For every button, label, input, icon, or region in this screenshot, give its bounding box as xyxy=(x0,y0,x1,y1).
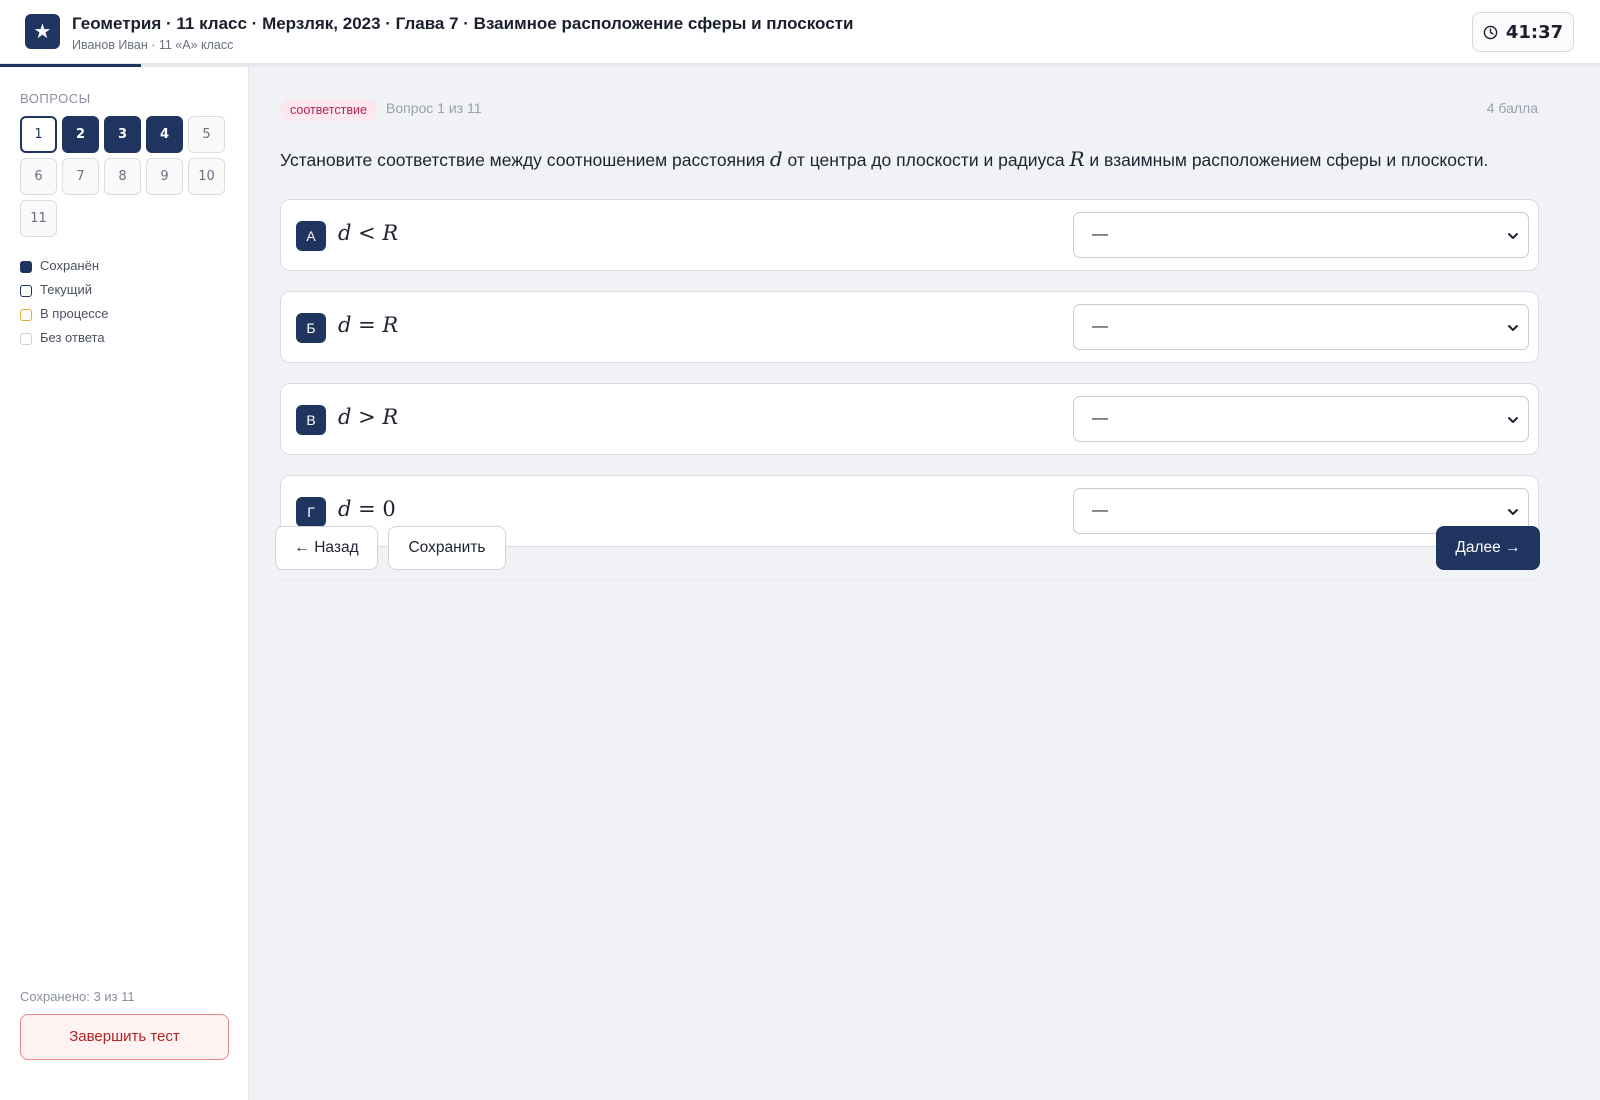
expression-lhs: d xyxy=(338,497,352,521)
answer-select[interactable]: — xyxy=(1073,212,1529,258)
answer-select[interactable]: — xyxy=(1073,396,1529,442)
expression-lhs: d xyxy=(338,405,352,429)
top-bar: ★ Геометрия · 11 класс · Мерзляк, 2023 ·… xyxy=(0,0,1600,64)
legend-label: Без ответа xyxy=(40,330,105,345)
expression-rhs: R xyxy=(382,405,399,429)
select-value: — xyxy=(1092,318,1108,335)
expression-lhs: d xyxy=(338,221,352,245)
question-nav-button-6[interactable]: 6 xyxy=(20,158,57,195)
expression-operator: < xyxy=(351,221,383,245)
timer: 41:37 xyxy=(1472,12,1574,52)
question-points: 4 балла xyxy=(1486,100,1538,116)
legend-swatch-icon xyxy=(20,333,32,345)
saved-count: Сохранено: 3 из 11 xyxy=(20,989,135,1004)
question-panel: соответствие Вопрос 1 из 11 4 балла Уста… xyxy=(250,67,1600,1100)
chevron-down-icon xyxy=(1508,417,1518,423)
expression-rhs: R xyxy=(382,221,399,245)
expression-rhs: R xyxy=(382,313,399,337)
legend-label: В процессе xyxy=(40,306,109,321)
question-nav-button-3[interactable]: 3 xyxy=(104,116,141,153)
save-button[interactable]: Сохранить xyxy=(388,526,506,570)
chevron-down-icon xyxy=(1508,233,1518,239)
question-nav-button-11[interactable]: 11 xyxy=(20,200,57,237)
question-number: Вопрос 1 из 11 xyxy=(386,100,482,116)
star-logo-icon: ★ xyxy=(25,14,60,49)
select-value: — xyxy=(1092,410,1108,427)
expression-operator: = xyxy=(351,313,383,337)
question-nav-button-2[interactable]: 2 xyxy=(62,116,99,153)
row-expression: d = 0 xyxy=(338,497,396,521)
match-row: Аd < R — xyxy=(280,199,1539,271)
answer-select[interactable]: — xyxy=(1073,304,1529,350)
question-nav-button-7[interactable]: 7 xyxy=(62,158,99,195)
student-info: Иванов Иван · 11 «А» класс xyxy=(72,38,234,52)
legend-swatch-icon xyxy=(20,261,32,273)
chevron-down-icon xyxy=(1508,509,1518,515)
row-expression: d = R xyxy=(338,313,398,337)
select-value: — xyxy=(1092,226,1108,243)
expression-operator: = xyxy=(351,497,383,521)
legend-swatch-icon xyxy=(20,285,32,297)
question-text-part: и взаимным расположением сферы и плоскос… xyxy=(1084,150,1489,170)
back-button[interactable]: ← Назад xyxy=(275,526,378,570)
select-value: — xyxy=(1092,502,1108,519)
row-letter-badge: В xyxy=(296,405,326,435)
legend-label: Текущий xyxy=(40,282,92,297)
clock-icon xyxy=(1483,25,1498,39)
legend-label: Сохранён xyxy=(40,258,100,273)
next-button[interactable]: Далее → xyxy=(1436,526,1540,570)
row-letter-badge: Г xyxy=(296,497,326,527)
question-nav-button-9[interactable]: 9 xyxy=(146,158,183,195)
finish-test-button[interactable]: Завершить тест xyxy=(20,1014,229,1060)
expression-rhs: 0 xyxy=(382,497,396,521)
question-text-part: от центра до плоскости и радиуса xyxy=(782,150,1070,170)
row-letter-badge: Б xyxy=(296,313,326,343)
questions-heading: ВОПРОСЫ xyxy=(20,91,91,106)
variable-r: R xyxy=(1069,147,1085,171)
legend-swatch-icon xyxy=(20,309,32,321)
question-nav-button-4[interactable]: 4 xyxy=(146,116,183,153)
variable-d: d xyxy=(769,147,783,171)
match-row: Бd = R — xyxy=(280,291,1539,363)
match-row: Вd > R — xyxy=(280,383,1539,455)
row-expression: d > R xyxy=(338,405,398,429)
question-nav-button-5[interactable]: 5 xyxy=(188,116,225,153)
expression-lhs: d xyxy=(338,313,352,337)
row-letter-badge: А xyxy=(296,221,326,251)
question-nav-button-8[interactable]: 8 xyxy=(104,158,141,195)
question-nav-button-1[interactable]: 1 xyxy=(20,116,57,153)
question-text: Установите соответствие между соотношени… xyxy=(280,147,1570,171)
chevron-down-icon xyxy=(1508,325,1518,331)
expression-operator: > xyxy=(351,405,383,429)
question-text-part: Установите соответствие между соотношени… xyxy=(280,150,770,170)
test-title: Геометрия · 11 класс · Мерзляк, 2023 · Г… xyxy=(72,14,854,33)
sidebar: ВОПРОСЫ 1 2 3 4 5 6 7 8 9 10 11 Сохранён Текущий В п… xyxy=(0,67,249,1100)
question-nav-button-10[interactable]: 10 xyxy=(188,158,225,195)
question-type-badge: соответствие xyxy=(280,99,377,121)
divider xyxy=(280,579,1539,580)
timer-value: 41:37 xyxy=(1505,21,1564,43)
row-expression: d < R xyxy=(338,221,398,245)
